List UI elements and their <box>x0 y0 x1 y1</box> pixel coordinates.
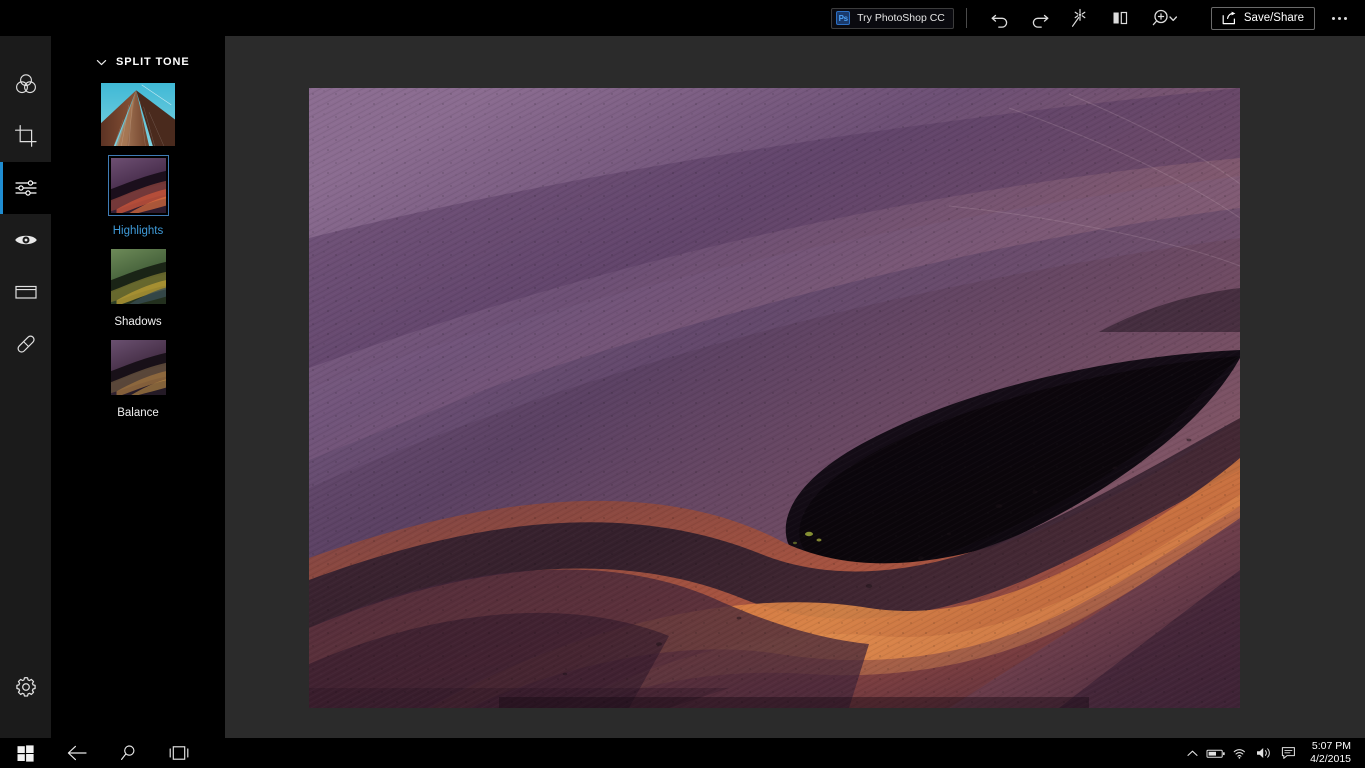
more-options-button[interactable] <box>1321 3 1357 33</box>
canvas-area: Hue Saturation <box>225 36 1365 738</box>
clock-date: 4/2/2015 <box>1310 753 1351 765</box>
wifi-icon <box>1233 749 1246 759</box>
thumbnail-original[interactable] <box>51 80 225 149</box>
chevron-up-icon <box>1187 750 1198 756</box>
undo-button[interactable] <box>981 3 1019 33</box>
zoom-in-icon <box>1152 9 1177 26</box>
thumbnail-shadows[interactable]: Shadows <box>51 246 225 328</box>
rail-item-settings[interactable] <box>0 661 51 713</box>
thumbnail-label: Balance <box>117 407 159 419</box>
redo-icon <box>1032 14 1049 28</box>
before-after-icon <box>1113 11 1127 25</box>
notifications-icon <box>1281 747 1295 759</box>
rail-item-crop[interactable] <box>0 110 51 162</box>
magic-wand-icon <box>1071 8 1086 27</box>
rail-item-looks[interactable] <box>0 58 51 110</box>
thumbnail-frame <box>98 80 178 149</box>
thumbnail-list: Highlights Shadows Balance <box>51 68 225 419</box>
show-hidden-icons-button[interactable] <box>1180 738 1204 768</box>
adjustment-slider-bar: Hue Saturation <box>499 697 1089 708</box>
photoshop-logo-icon: Ps <box>836 11 851 25</box>
save-share-button[interactable]: Save/Share <box>1210 6 1315 30</box>
eye-icon <box>14 235 37 245</box>
system-tray: 5:07 PM 4/2/2015 <box>1180 738 1365 768</box>
compare-button[interactable] <box>1101 3 1139 33</box>
share-icon <box>1222 11 1236 25</box>
task-view-button[interactable] <box>153 738 204 768</box>
gear-icon <box>15 676 36 697</box>
ellipsis-dot <box>1343 16 1347 20</box>
edited-photo-image <box>309 88 1240 708</box>
volume-button[interactable] <box>1252 738 1276 768</box>
thumbnail-frame <box>107 155 169 216</box>
crop-icon <box>14 125 37 147</box>
try-photoshop-label: Try PhotoShop CC <box>857 12 945 24</box>
adjust-sliders-icon <box>14 180 37 196</box>
redo-button[interactable] <box>1021 3 1059 33</box>
save-share-label: Save/Share <box>1243 12 1304 24</box>
thumbnail-label: Highlights <box>112 225 164 237</box>
color-circles-icon <box>15 74 36 94</box>
battery-icon <box>1206 749 1225 758</box>
auto-enhance-button[interactable] <box>1061 3 1099 33</box>
battery-button[interactable] <box>1204 738 1228 768</box>
search-button[interactable] <box>102 738 153 768</box>
windows-start-icon <box>17 744 34 762</box>
back-arrow-icon <box>67 745 87 761</box>
search-icon <box>120 745 134 760</box>
notifications-button[interactable] <box>1276 738 1300 768</box>
toolbar-actions <box>981 3 1191 33</box>
panel-title: SPLIT TONE <box>116 56 190 68</box>
rail-item-adjust[interactable] <box>0 162 51 214</box>
task-view-icon <box>169 746 188 760</box>
try-photoshop-button[interactable]: Ps Try PhotoShop CC <box>831 7 954 29</box>
wifi-button[interactable] <box>1228 738 1252 768</box>
clock-time: 5:07 PM <box>1311 739 1351 752</box>
balance-preview-image <box>110 340 166 395</box>
rail-item-frames[interactable] <box>0 266 51 318</box>
rail-item-retouch[interactable] <box>0 318 51 370</box>
undo-icon <box>991 14 1008 28</box>
thumbnail-highlights[interactable]: Highlights <box>51 155 225 237</box>
back-button[interactable] <box>51 738 102 768</box>
clock[interactable]: 5:07 PM 4/2/2015 <box>1300 740 1359 766</box>
thumbnail-frame <box>108 337 169 398</box>
thumbnail-label: Shadows <box>114 316 162 328</box>
tool-rail <box>0 36 51 738</box>
photo-editor-app: Ps Try PhotoShop CC Save/Share SPLIT TON… <box>0 0 1365 768</box>
top-toolbar: Ps Try PhotoShop CC Save/Share <box>0 0 1365 36</box>
rail-item-effects[interactable] <box>0 214 51 266</box>
volume-icon <box>1256 748 1270 758</box>
thumbnail-frame <box>108 246 169 307</box>
zoom-button[interactable] <box>1141 3 1191 33</box>
windows-taskbar: 5:07 PM 4/2/2015 <box>0 738 1365 768</box>
skyscraper-preview-image <box>101 83 175 146</box>
frame-icon <box>14 285 37 299</box>
chevron-down-icon <box>96 59 107 65</box>
panel-header[interactable]: SPLIT TONE <box>51 36 225 68</box>
shadows-preview-image <box>110 249 166 304</box>
thumbnail-balance[interactable]: Balance <box>51 337 225 419</box>
start-button[interactable] <box>0 738 51 768</box>
rail-bottom-section <box>0 661 51 713</box>
highlights-preview-image <box>110 158 166 213</box>
rail-top-spacer <box>0 36 51 58</box>
ellipsis-dot <box>1331 16 1335 20</box>
photo-canvas[interactable]: Hue Saturation <box>309 88 1240 708</box>
toolbar-divider <box>965 8 967 28</box>
healing-bandage-icon <box>17 335 35 353</box>
ellipsis-dot <box>1337 16 1341 20</box>
split-tone-panel: SPLIT TONE Highlights Shadows Balance <box>51 36 225 738</box>
